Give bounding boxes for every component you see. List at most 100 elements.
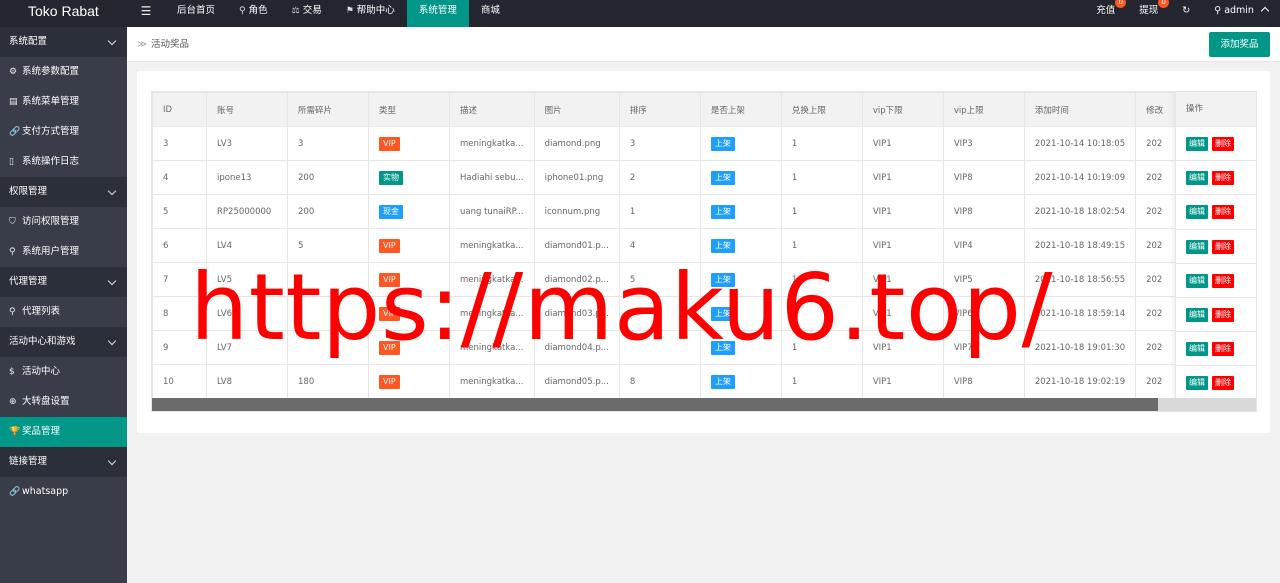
sidebar-item-2-0[interactable]: ⚲ 代理列表 xyxy=(0,297,127,327)
sidebar-item-label: 奖品管理 xyxy=(22,426,61,437)
sidebar-group-4[interactable]: 链接管理 xyxy=(0,447,127,477)
type-tag: VIP xyxy=(379,374,400,389)
sidebar-group-label: 活动中心和游戏 xyxy=(9,336,76,347)
type-tag: VIP xyxy=(379,238,400,253)
horizontal-scrollbar[interactable] xyxy=(152,398,1256,411)
breadcrumb-bar: ≫ 活动奖品 添加奖品 xyxy=(127,27,1280,62)
column-header: 兑换上限 xyxy=(780,92,863,127)
op-row: 编辑 删除 xyxy=(1176,195,1256,230)
topnav-item-1[interactable]: ⚲ 角色 xyxy=(227,0,280,27)
link-icon: 🔗 xyxy=(9,127,21,137)
scrollbar-thumb[interactable] xyxy=(152,398,1158,411)
sidebar-item-3-1[interactable]: ⊕ 大转盘设置 xyxy=(0,387,127,417)
cell-image: iconnum.png xyxy=(533,194,620,229)
user-menu[interactable]: ⚲ admin xyxy=(1202,0,1280,27)
chevron-down-icon xyxy=(107,276,117,286)
prize-table-container: ID 账号 所需碎片 类型 描述 图片 排序 是否上架 兑换上限 vip下限 vip上限 添加时间 修改… xyxy=(151,91,1257,412)
delete-button[interactable]: 删除 xyxy=(1212,307,1234,322)
topnav-item-2[interactable]: ⚖ 交易 xyxy=(280,0,334,27)
table-row: 5 RP25000000 200 现金 uang tunaiRP... iconnum.p… xyxy=(152,194,1218,229)
on-shelf-tag[interactable]: 上架 xyxy=(710,238,735,253)
sidebar-group-3[interactable]: 活动中心和游戏 xyxy=(0,327,127,357)
topnav-item-5[interactable]: 商城 xyxy=(469,0,512,27)
cell-shards: 200 xyxy=(287,194,369,229)
cell-vip_min: VIP1 xyxy=(861,194,944,229)
sidebar-item-label: 支付方式管理 xyxy=(22,126,80,137)
delete-button[interactable]: 删除 xyxy=(1212,171,1234,186)
shield-icon: ⛉ xyxy=(9,217,16,227)
delete-button[interactable]: 删除 xyxy=(1212,273,1234,288)
on-shelf-tag[interactable]: 上架 xyxy=(710,136,735,151)
chevron-down-icon xyxy=(107,456,117,466)
cell-id: 3 xyxy=(152,126,207,161)
edit-button[interactable]: 编辑 xyxy=(1186,171,1208,186)
sidebar-item-label: 系统操作日志 xyxy=(22,156,80,167)
edit-button[interactable]: 编辑 xyxy=(1186,376,1208,391)
sidebar-group-2[interactable]: 代理管理 xyxy=(0,267,127,297)
cell-desc: uang tunaiRP... xyxy=(449,194,535,229)
op-row: 编辑 删除 xyxy=(1176,127,1256,162)
topnav-item-3[interactable]: ⚑ 帮助中心 xyxy=(334,0,407,27)
sidebar-item-3-2[interactable]: 🏆 奖品管理 xyxy=(0,417,127,447)
sidebar-item-0-3[interactable]: ▯ 系统操作日志 xyxy=(0,147,127,177)
on-shelf-tag[interactable]: 上架 xyxy=(710,374,735,389)
delete-button[interactable]: 删除 xyxy=(1212,376,1234,391)
sidebar: 系统配置 ⚙ 系统参数配置 ▤ 系统菜单管理 🔗 支付方式管理 ▯ 系统操作日志 权限管理 ⛉ 访问权… xyxy=(0,27,127,583)
topnav-item-4[interactable]: 系统管理 xyxy=(406,0,469,27)
sidebar-item-0-1[interactable]: ▤ 系统菜单管理 xyxy=(0,87,127,117)
sidebar-group-label: 权限管理 xyxy=(9,186,48,197)
sidebar-item-1-1[interactable]: ⚲ 系统用户管理 xyxy=(0,237,127,267)
delete-button[interactable]: 删除 xyxy=(1212,342,1234,357)
recharge-link[interactable]: 充值 0 xyxy=(1084,0,1127,27)
edit-button[interactable]: 编辑 xyxy=(1186,342,1208,357)
sidebar-item-0-2[interactable]: 🔗 支付方式管理 xyxy=(0,117,127,147)
cell-vip_min: VIP1 xyxy=(861,364,944,399)
sidebar-item-0-0[interactable]: ⚙ 系统参数配置 xyxy=(0,57,127,87)
breadcrumb-current[interactable]: 活动奖品 xyxy=(151,39,189,50)
cell-shards: 3 xyxy=(287,126,369,161)
cell-sort: 2 xyxy=(618,160,701,195)
sidebar-item-1-0[interactable]: ⛉ 访问权限管理 xyxy=(0,207,127,237)
sidebar-group-0[interactable]: 系统配置 xyxy=(0,27,127,57)
topnav-item-0[interactable]: 后台首页 xyxy=(165,0,227,27)
cell-shelf: 上架 xyxy=(699,364,782,399)
cell-limit: 1 xyxy=(780,364,863,399)
cell-sort: 3 xyxy=(618,126,701,161)
cell-shelf: 上架 xyxy=(699,160,782,195)
cell-type: VIP xyxy=(368,126,450,161)
cell-account: LV8 xyxy=(206,364,288,399)
gear-icon: ⚙ xyxy=(9,67,18,77)
on-shelf-tag[interactable]: 上架 xyxy=(710,204,735,219)
sidebar-group-1[interactable]: 权限管理 xyxy=(0,177,127,207)
cell-account: RP25000000 xyxy=(206,194,288,229)
refresh-icon[interactable]: ↻ xyxy=(1170,0,1202,27)
chevron-up-icon xyxy=(1260,6,1270,16)
edit-button[interactable]: 编辑 xyxy=(1186,273,1208,288)
type-tag: VIP xyxy=(379,136,400,151)
withdraw-link[interactable]: 提现 0 xyxy=(1127,0,1170,27)
user-icon: ⚲ xyxy=(9,247,16,257)
edit-button[interactable]: 编辑 xyxy=(1186,239,1208,254)
app-logo: Toko Rabat xyxy=(28,3,99,19)
sidebar-item-4-0[interactable]: 🔗 whatsapp xyxy=(0,477,127,507)
topnav-label: 角色 xyxy=(248,5,268,16)
trophy-icon: 🏆 xyxy=(9,427,21,437)
add-prize-button[interactable]: 添加奖品 xyxy=(1209,32,1270,57)
sidebar-item-3-0[interactable]: $ 活动中心 xyxy=(0,357,127,387)
cell-type: VIP xyxy=(368,364,450,399)
menu-toggle-icon[interactable]: ☰ xyxy=(134,0,158,27)
delete-button[interactable]: 删除 xyxy=(1212,137,1234,151)
edit-button[interactable]: 编辑 xyxy=(1186,307,1208,322)
cell-desc: meningkatka... xyxy=(449,364,535,399)
delete-button[interactable]: 删除 xyxy=(1212,239,1234,254)
op-row: 编辑 删除 xyxy=(1176,161,1256,196)
op-row: 编辑 删除 xyxy=(1176,366,1256,401)
edit-button[interactable]: 编辑 xyxy=(1186,205,1208,220)
user-name: admin xyxy=(1224,5,1254,16)
delete-button[interactable]: 删除 xyxy=(1212,205,1234,220)
table-header-row: ID 账号 所需碎片 类型 描述 图片 排序 是否上架 兑换上限 vip下限 vip上限 添加时间 修改 xyxy=(152,92,1218,127)
edit-button[interactable]: 编辑 xyxy=(1186,137,1208,151)
cell-sort: 8 xyxy=(618,364,701,399)
cell-vip_min: VIP1 xyxy=(861,126,944,161)
on-shelf-tag[interactable]: 上架 xyxy=(710,170,735,185)
